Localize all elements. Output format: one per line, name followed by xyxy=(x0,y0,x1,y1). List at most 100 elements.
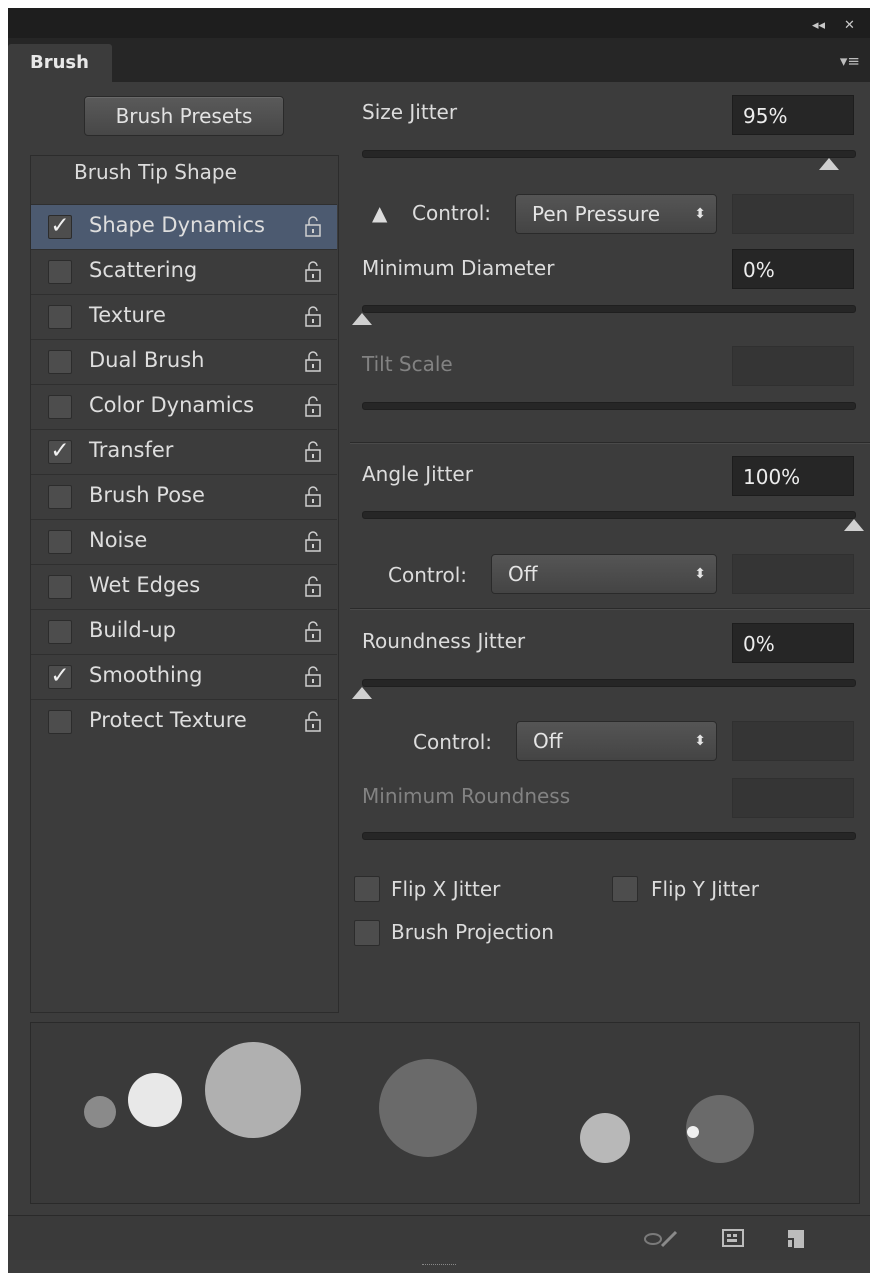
sidebar-item-noise[interactable]: Noise xyxy=(31,519,337,564)
flip-x-checkbox[interactable] xyxy=(354,876,380,902)
lock-icon[interactable] xyxy=(303,440,323,462)
sidebar-item-label: Brush Pose xyxy=(89,483,205,507)
sidebar-item-texture[interactable]: Texture xyxy=(31,294,337,339)
sidebar-item-build-up[interactable]: Build-up xyxy=(31,609,337,654)
collapse-icon[interactable]: ◂◂ xyxy=(812,18,825,33)
roundness-jitter-label: Roundness Jitter xyxy=(362,629,526,653)
sidebar-item-checkbox[interactable] xyxy=(48,350,72,374)
sidebar-item-transfer[interactable]: ✓ Transfer xyxy=(31,429,337,474)
new-brush-icon[interactable] xyxy=(784,1228,806,1250)
flip-y-checkbox[interactable] xyxy=(612,876,638,902)
sidebar-item-checkbox[interactable] xyxy=(48,575,72,599)
control-label-1: Control: xyxy=(412,201,492,225)
lock-icon[interactable] xyxy=(303,260,323,282)
brush-projection-label: Brush Projection xyxy=(391,920,554,944)
sidebar-item-dual-brush[interactable]: Dual Brush xyxy=(31,339,337,384)
control-select-2[interactable]: Off ⬍ xyxy=(491,554,717,594)
sidebar-item-label: Smoothing xyxy=(89,663,203,687)
roundness-jitter-slider-thumb[interactable] xyxy=(352,687,372,699)
tab-brush[interactable]: Brush xyxy=(8,44,112,82)
sidebar-item-smoothing[interactable]: ✓ Smoothing xyxy=(31,654,337,699)
section-divider xyxy=(350,442,870,444)
select-arrows-icon: ⬍ xyxy=(694,733,706,749)
minimum-diameter-label: Minimum Diameter xyxy=(362,256,555,280)
size-jitter-slider[interactable] xyxy=(362,150,856,158)
lock-icon[interactable] xyxy=(303,305,323,327)
angle-jitter-label: Angle Jitter xyxy=(362,462,473,486)
control-3-field xyxy=(732,721,854,761)
sidebar-item-checkbox[interactable]: ✓ xyxy=(48,440,72,464)
lock-icon[interactable] xyxy=(303,575,323,597)
sidebar-item-checkbox[interactable] xyxy=(48,395,72,419)
panel-menu-icon[interactable]: ▾≡ xyxy=(840,52,860,70)
control-select-1-value: Pen Pressure xyxy=(532,202,661,226)
resize-grip[interactable] xyxy=(422,1264,456,1268)
size-jitter-slider-thumb[interactable] xyxy=(819,158,840,170)
angle-jitter-field[interactable]: 100% xyxy=(732,456,854,496)
control-1-field xyxy=(732,194,854,234)
sidebar-item-label: Color Dynamics xyxy=(89,393,255,417)
tab-brush-label: Brush xyxy=(30,52,89,73)
lock-icon[interactable] xyxy=(303,485,323,507)
lock-icon[interactable] xyxy=(303,620,323,642)
brush-grid-icon[interactable] xyxy=(722,1228,746,1250)
control-select-1[interactable]: Pen Pressure ⬍ xyxy=(515,194,717,234)
section-divider xyxy=(350,608,870,610)
sidebar-item-label: Transfer xyxy=(89,438,174,462)
size-jitter-field[interactable]: 95% xyxy=(732,95,854,135)
angle-jitter-slider-thumb[interactable] xyxy=(844,519,864,531)
close-icon[interactable]: ✕ xyxy=(844,18,855,33)
sidebar-item-checkbox[interactable] xyxy=(48,485,72,509)
tilt-scale-label: Tilt Scale xyxy=(362,352,453,376)
sidebar-item-checkbox[interactable] xyxy=(48,305,72,329)
lock-icon[interactable] xyxy=(303,530,323,552)
sidebar-item-checkbox[interactable]: ✓ xyxy=(48,215,72,239)
sidebar-item-checkbox[interactable] xyxy=(48,710,72,734)
brush-projection-checkbox[interactable] xyxy=(354,920,380,946)
minimum-diameter-slider[interactable] xyxy=(362,305,856,313)
sidebar-item-color-dynamics[interactable]: Color Dynamics xyxy=(31,384,337,429)
sidebar-item-protect-texture[interactable]: Protect Texture xyxy=(31,699,337,744)
preview-dab xyxy=(687,1126,699,1138)
tilt-scale-field xyxy=(732,346,854,386)
sidebar-item-checkbox[interactable]: ✓ xyxy=(48,665,72,689)
control-label-3: Control: xyxy=(413,730,493,754)
angle-jitter-slider[interactable] xyxy=(362,511,856,519)
roundness-jitter-slider[interactable] xyxy=(362,679,856,687)
lock-icon[interactable] xyxy=(303,395,323,417)
toggle-live-tip-icon[interactable] xyxy=(642,1228,682,1250)
sidebar-item-scattering[interactable]: Scattering xyxy=(31,249,337,294)
lock-icon[interactable] xyxy=(303,215,323,237)
minimum-roundness-label: Minimum Roundness xyxy=(362,784,571,808)
sidebar-item-label: Dual Brush xyxy=(89,348,205,372)
sidebar-item-brush-pose[interactable]: Brush Pose xyxy=(31,474,337,519)
flip-x-label: Flip X Jitter xyxy=(391,877,501,901)
sidebar-item-label: Scattering xyxy=(89,258,198,282)
sidebar-item-shape-dynamics[interactable]: ✓ Shape Dynamics xyxy=(31,204,337,249)
sidebar-item-checkbox[interactable] xyxy=(48,260,72,284)
sidebar-item-checkbox[interactable] xyxy=(48,620,72,644)
sidebar-item-label: Protect Texture xyxy=(89,708,247,732)
flip-y-label: Flip Y Jitter xyxy=(651,877,759,901)
lock-icon[interactable] xyxy=(303,350,323,372)
preview-dab xyxy=(379,1059,477,1157)
lock-icon[interactable] xyxy=(303,665,323,687)
sidebar-item-checkbox[interactable] xyxy=(48,530,72,554)
control-select-3-value: Off xyxy=(533,729,563,753)
select-arrows-icon: ⬍ xyxy=(694,566,706,582)
roundness-jitter-field[interactable]: 0% xyxy=(732,623,854,663)
control-label-2: Control: xyxy=(388,563,468,587)
minimum-diameter-field[interactable]: 0% xyxy=(732,249,854,289)
sidebar-item-wet-edges[interactable]: Wet Edges xyxy=(31,564,337,609)
tilt-scale-slider xyxy=(362,402,856,410)
warning-icon: ▲ xyxy=(372,201,388,225)
minimum-diameter-slider-thumb[interactable] xyxy=(352,313,372,325)
control-select-3[interactable]: Off ⬍ xyxy=(516,721,717,761)
tab-row xyxy=(8,38,870,82)
lock-icon[interactable] xyxy=(303,710,323,732)
brush-tip-shape-item[interactable]: Brush Tip Shape xyxy=(74,160,324,184)
sidebar-item-label: Noise xyxy=(89,528,148,552)
preview-dab xyxy=(580,1113,630,1163)
sidebar-item-label: Texture xyxy=(89,303,166,327)
brush-presets-button[interactable]: Brush Presets xyxy=(84,96,284,136)
